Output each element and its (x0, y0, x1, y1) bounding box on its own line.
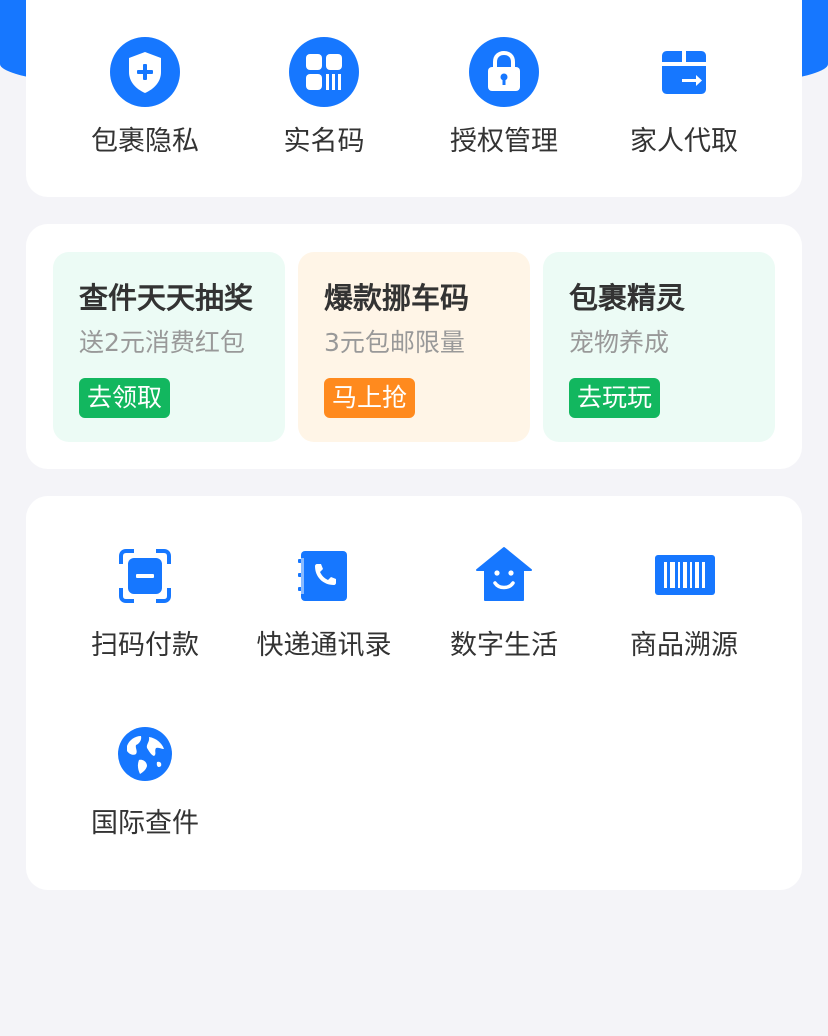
promo-parking-code[interactable]: 爆款挪车码 3元包邮限量 马上抢 (298, 252, 530, 442)
service-package-privacy[interactable]: 包裹隐私 (55, 36, 235, 160)
promo-title: 查件天天抽奖 (79, 281, 254, 315)
smile-house-icon (468, 540, 540, 612)
box-arrow-icon (648, 36, 720, 108)
promo-subtitle: 送2元消费红包 (79, 328, 245, 357)
globe-icon (109, 718, 181, 790)
tool-scan-pay[interactable]: 扫码付款 (55, 540, 235, 664)
service-family-pickup[interactable]: 家人代取 (594, 36, 774, 160)
promo-subtitle: 3元包邮限量 (324, 328, 465, 357)
service-authorization-management[interactable]: 授权管理 (414, 36, 594, 160)
service-label: 包裹隐私 (91, 126, 199, 157)
shield-plus-icon (109, 36, 181, 108)
service-label: 实名码 (283, 126, 365, 157)
tool-courier-contacts[interactable]: 快递通讯录 (234, 540, 414, 664)
services-card: 包裹隐私 实名码 授权管理 家人代取 (26, 0, 802, 197)
tool-product-traceability[interactable]: 商品溯源 (594, 540, 774, 664)
lock-icon (468, 36, 540, 108)
claim-button[interactable]: 去领取 (79, 378, 171, 418)
promo-title: 爆款挪车码 (324, 281, 470, 315)
promo-lottery[interactable]: 查件天天抽奖 送2元消费红包 去领取 (53, 252, 285, 442)
promo-subtitle: 宠物养成 (569, 328, 670, 357)
tool-label: 商品溯源 (630, 630, 738, 661)
promo-title: 包裹精灵 (569, 281, 686, 315)
service-label: 授权管理 (450, 126, 558, 157)
tool-label: 数字生活 (450, 630, 558, 661)
phone-book-icon (288, 540, 360, 612)
grab-now-button[interactable]: 马上抢 (324, 378, 416, 418)
barcode-icon (648, 540, 720, 612)
play-button[interactable]: 去玩玩 (569, 378, 661, 418)
service-realname-code[interactable]: 实名码 (234, 36, 414, 160)
tool-label: 国际查件 (91, 808, 199, 839)
tool-digital-life[interactable]: 数字生活 (414, 540, 594, 664)
promo-package-sprite[interactable]: 包裹精灵 宠物养成 去玩玩 (543, 252, 775, 442)
tool-international-tracking[interactable]: 国际查件 (55, 718, 235, 842)
tool-label: 快递通讯录 (256, 630, 392, 661)
service-label: 家人代取 (630, 126, 738, 157)
tool-label: 扫码付款 (91, 630, 199, 661)
tools-card: 扫码付款 快递通讯录 数字生活 商品溯源 国际查件 (26, 496, 802, 890)
scan-icon (109, 540, 181, 612)
qr-code-icon (288, 36, 360, 108)
promotions-card: 查件天天抽奖 送2元消费红包 去领取 爆款挪车码 3元包邮限量 马上抢 包裹精灵… (26, 224, 802, 469)
